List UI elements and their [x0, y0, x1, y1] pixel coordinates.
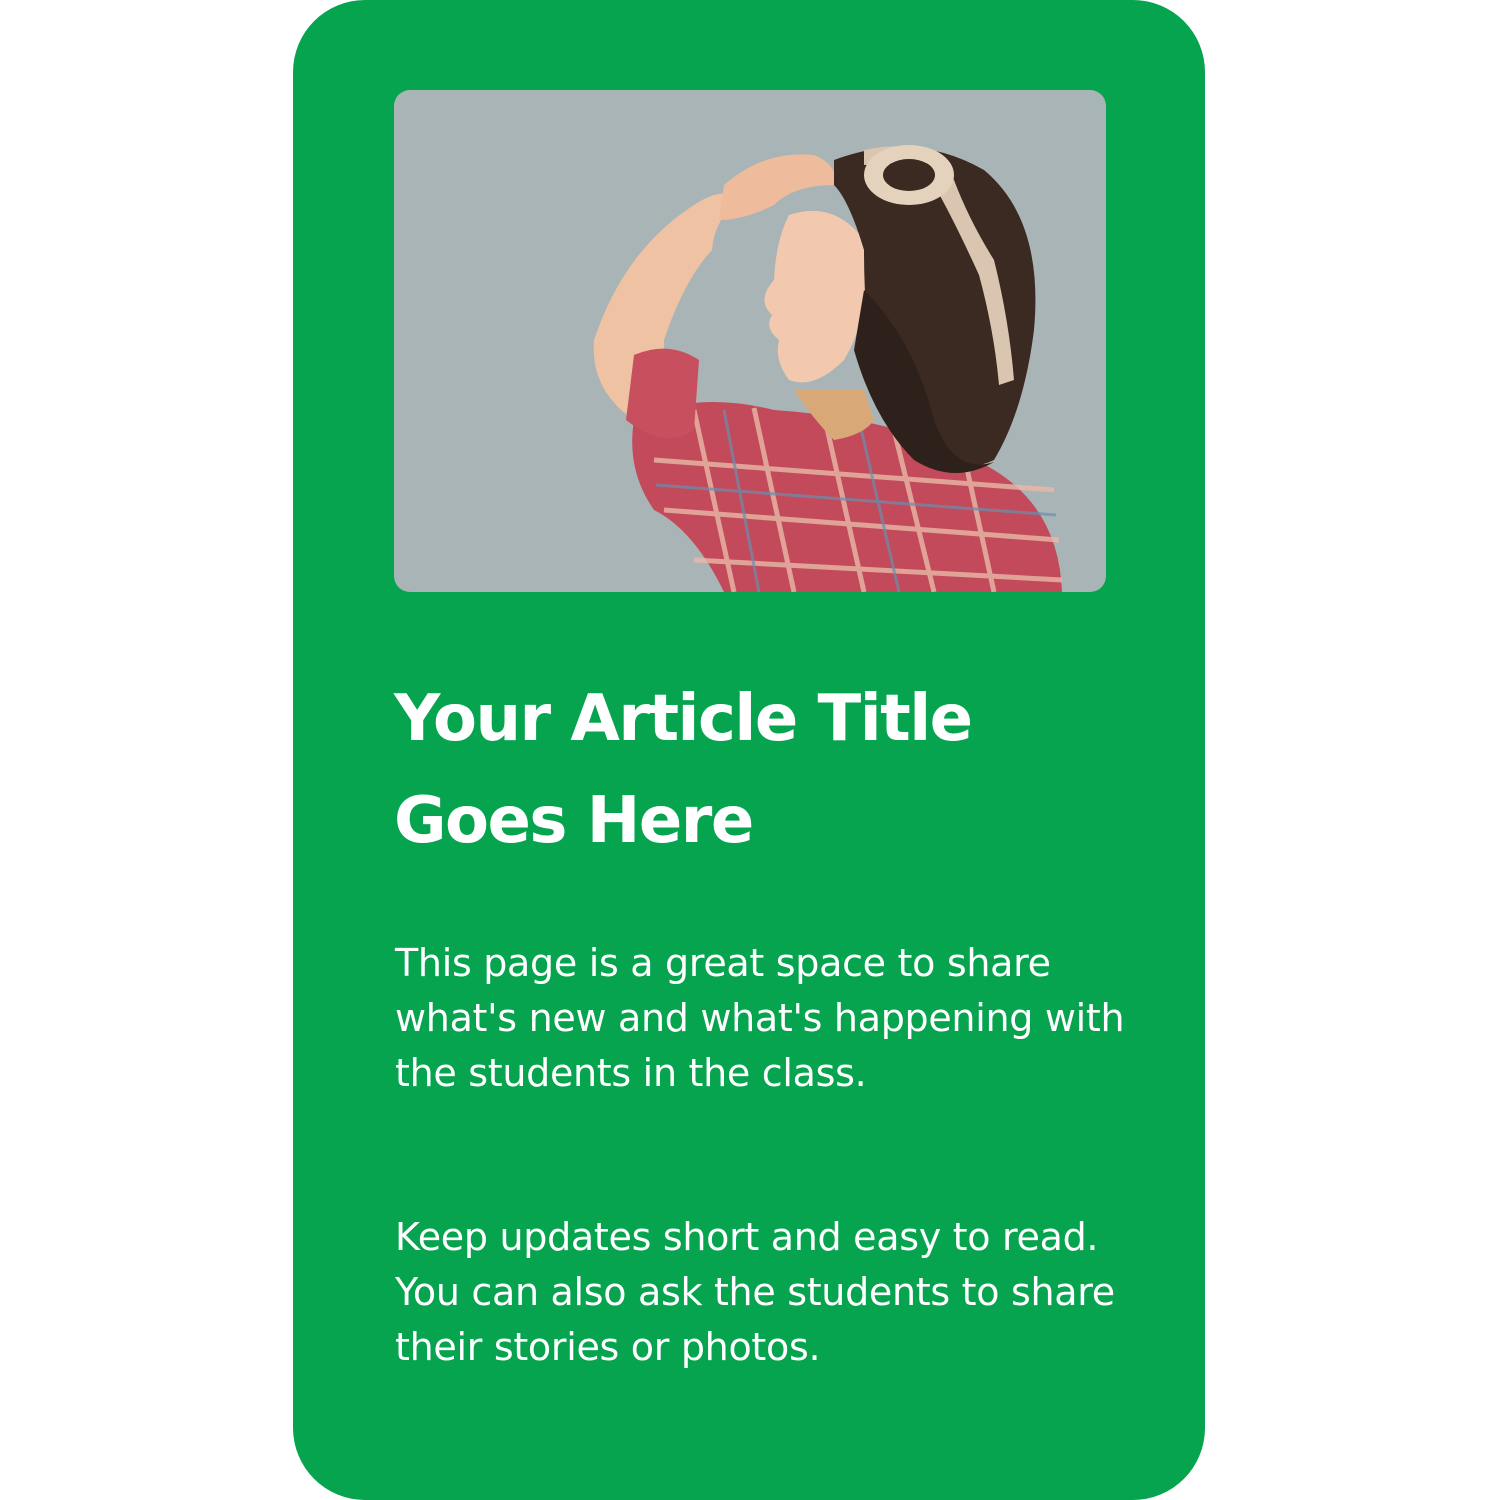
article-title: Your Article Title Goes Here — [394, 668, 1154, 872]
article-title-line1: Your Article Title — [394, 682, 973, 756]
article-paragraph-1: This page is a great space to share what… — [395, 941, 1125, 1095]
article-title-line2: Goes Here — [394, 784, 754, 858]
article-photo — [394, 90, 1106, 592]
child-sleeve — [626, 348, 699, 438]
article-paragraph-2: Keep updates short and easy to read. You… — [395, 1215, 1115, 1369]
